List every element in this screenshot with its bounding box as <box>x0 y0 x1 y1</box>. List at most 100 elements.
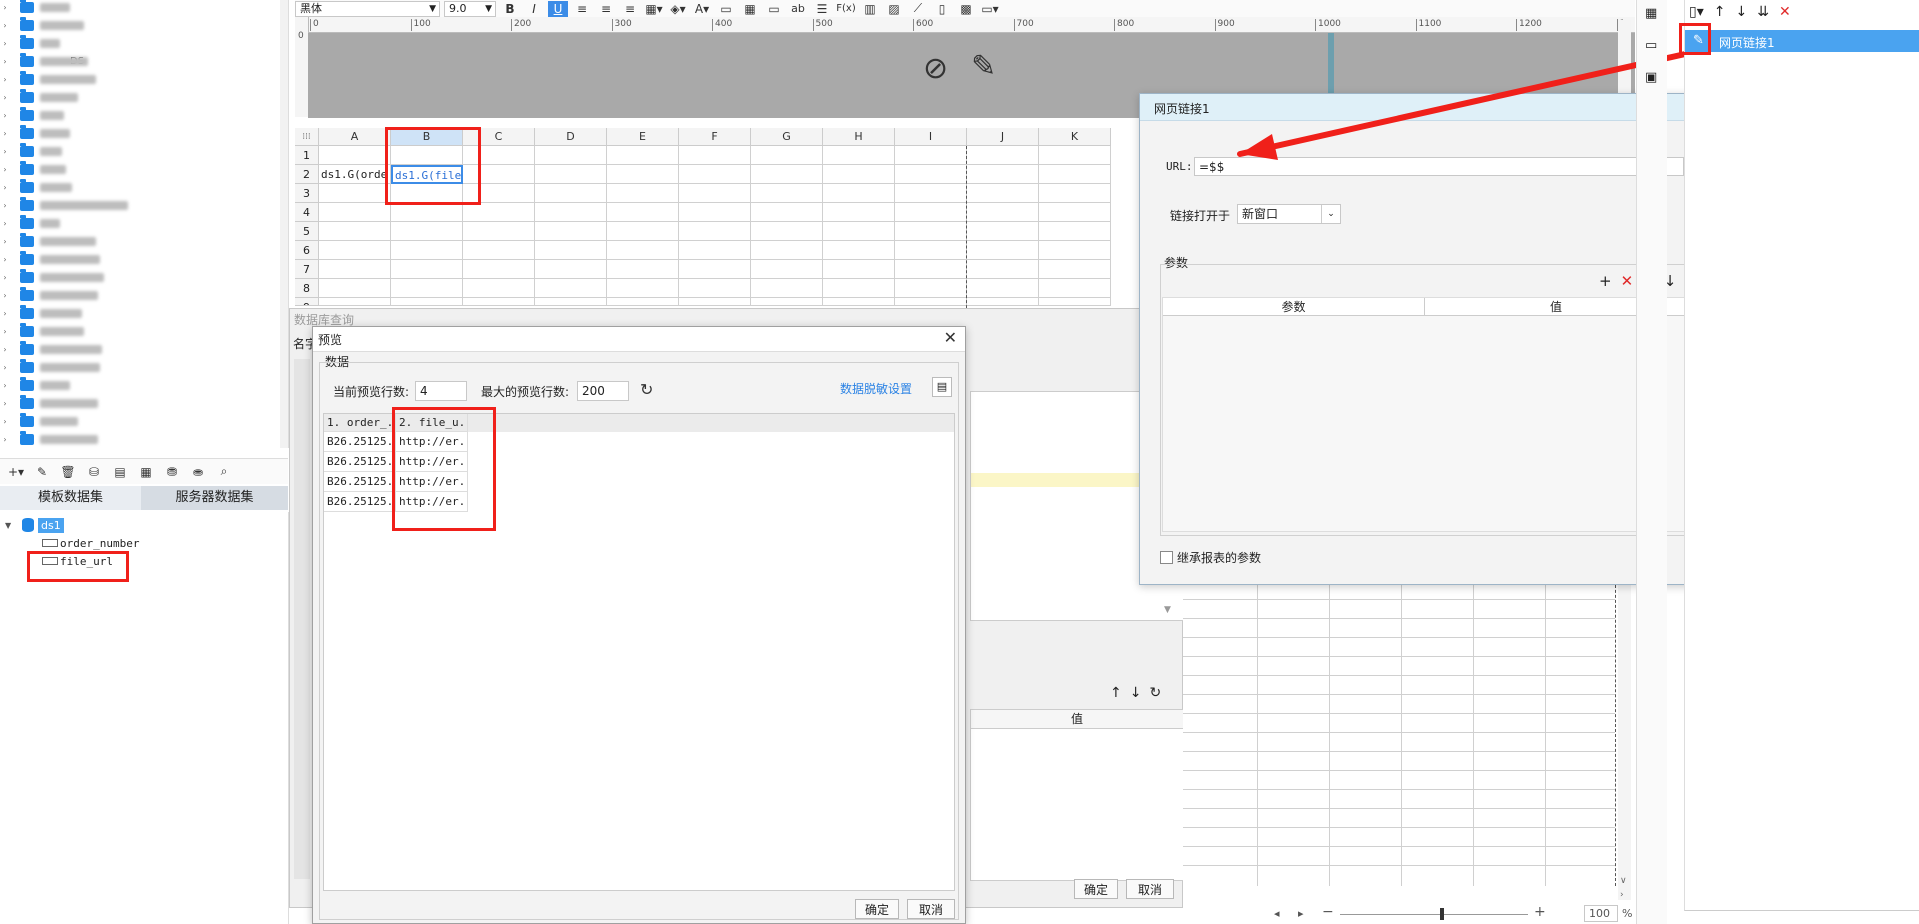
export-icon[interactable]: ▤ <box>932 377 952 397</box>
text-icon[interactable]: ab <box>788 1 808 17</box>
grid-cell[interactable] <box>319 260 391 279</box>
zoom-in-icon[interactable]: + <box>1534 904 1546 920</box>
grid-cell[interactable] <box>967 222 1039 241</box>
grid-cell[interactable] <box>1039 184 1111 203</box>
expand-arrow-icon[interactable]: › <box>0 273 10 282</box>
column-header-e[interactable]: E <box>607 128 679 146</box>
grid-cell[interactable] <box>319 298 391 306</box>
column-header-i[interactable]: I <box>895 128 967 146</box>
tree-row[interactable]: › <box>0 250 100 268</box>
grid-cell[interactable] <box>607 184 679 203</box>
grid-cell[interactable] <box>967 203 1039 222</box>
grid-cell[interactable] <box>463 279 535 298</box>
grid-cell[interactable] <box>607 146 679 165</box>
grid-cell[interactable] <box>679 184 751 203</box>
grid-cell[interactable] <box>967 146 1039 165</box>
preview-confirm-button[interactable]: 确定 <box>855 899 899 919</box>
grid-cell[interactable] <box>895 222 967 241</box>
grid-cell[interactable] <box>535 260 607 279</box>
grid-cell[interactable] <box>967 165 1039 184</box>
image-icon[interactable]: ▨ <box>884 1 904 17</box>
unmerge-icon[interactable]: ▦ <box>740 1 760 17</box>
column-header-d[interactable]: D <box>535 128 607 146</box>
grid-cell[interactable] <box>823 165 895 184</box>
field-order-number[interactable]: order_number <box>60 537 139 550</box>
tree-row[interactable]: › <box>0 88 78 106</box>
hidden-eye-icon[interactable]: ⊘ <box>923 51 948 86</box>
fill-color-icon[interactable]: ◈▾ <box>668 1 688 17</box>
grid-cell[interactable] <box>679 146 751 165</box>
refresh-icon[interactable]: ↻ <box>640 380 653 399</box>
tree-row[interactable]: › <box>0 16 84 34</box>
grid-cell[interactable] <box>751 203 823 222</box>
font-size-select[interactable]: 9.0 ▼ <box>444 0 496 17</box>
expand-arrow-icon[interactable]: › <box>0 75 10 84</box>
grid-cell[interactable] <box>319 146 391 165</box>
tree-row[interactable]: › <box>0 376 70 394</box>
grid-cell[interactable] <box>823 279 895 298</box>
tree-row[interactable]: › <box>0 196 128 214</box>
grid-cell[interactable] <box>967 260 1039 279</box>
grid-cell[interactable] <box>967 279 1039 298</box>
column-header-j[interactable]: J <box>967 128 1039 146</box>
tree-scrollbar[interactable] <box>280 0 288 448</box>
formula-icon[interactable]: F(x) <box>836 1 856 17</box>
grid-cell[interactable] <box>895 146 967 165</box>
grid-cell[interactable] <box>823 298 895 306</box>
grid-cell[interactable] <box>1039 298 1111 306</box>
db-cancel-button[interactable]: 取消 <box>1126 879 1174 899</box>
db-confirm-button[interactable]: 确定 <box>1074 879 1118 899</box>
tree-row[interactable]: › <box>0 430 98 448</box>
grid-cell[interactable] <box>823 260 895 279</box>
grid-cell[interactable] <box>607 241 679 260</box>
grid-cell[interactable] <box>1039 260 1111 279</box>
grid-cell[interactable] <box>463 222 535 241</box>
italic-button[interactable]: I <box>524 1 544 17</box>
grid-cell[interactable] <box>895 165 967 184</box>
dataset-node-ds1[interactable]: ds1 <box>38 518 64 533</box>
grid-cell[interactable] <box>679 203 751 222</box>
grid-cell[interactable] <box>1039 203 1111 222</box>
tree-row[interactable]: › <box>0 286 98 304</box>
grid-cell[interactable] <box>319 222 391 241</box>
tree-row[interactable]: ›DS <box>0 52 88 70</box>
grid-cell[interactable] <box>679 298 751 306</box>
expand-arrow-icon[interactable]: › <box>0 183 10 192</box>
tab-template-dataset[interactable]: 模板数据集 <box>0 486 141 510</box>
grid-cell[interactable] <box>535 222 607 241</box>
widget-attr-icon[interactable]: ▣ <box>1645 70 1657 85</box>
grid-cell[interactable] <box>535 165 607 184</box>
column-header-g[interactable]: G <box>751 128 823 146</box>
param-icon[interactable]: ▦ <box>136 462 156 482</box>
grid-cell[interactable] <box>751 298 823 306</box>
expand-arrow-icon[interactable]: › <box>0 39 10 48</box>
grid-cell[interactable] <box>895 279 967 298</box>
inherit-checkbox[interactable] <box>1160 551 1173 564</box>
element-icon[interactable]: ▭ <box>1645 38 1657 53</box>
expand-arrow-icon[interactable]: › <box>0 417 10 426</box>
grid-cell[interactable] <box>535 146 607 165</box>
tree-row[interactable]: › <box>0 304 82 322</box>
slash-icon[interactable]: ⟋ <box>908 1 928 17</box>
edit-icon[interactable]: ✎ <box>32 462 52 482</box>
expand-arrow-icon[interactable]: › <box>0 21 10 30</box>
column-header-a[interactable]: A <box>319 128 391 146</box>
desensitize-link[interactable]: 数据脱敏设置 <box>840 380 912 397</box>
grid-cell[interactable] <box>391 279 463 298</box>
tree-row[interactable]: › <box>0 358 100 376</box>
expand-arrow-icon[interactable]: › <box>0 237 10 246</box>
move-down-icon[interactable]: ↓ <box>1735 4 1747 20</box>
hyperlink-list-item[interactable]: ✎ 网页链接1 <box>1685 30 1919 52</box>
grid-cell[interactable] <box>319 203 391 222</box>
open-in-select[interactable]: 新窗口 ⌄ <box>1237 204 1341 224</box>
font-family-select[interactable]: 黑体 ▼ <box>295 0 440 17</box>
grid-cell[interactable] <box>751 279 823 298</box>
tree-row[interactable]: › <box>0 268 104 286</box>
font-color-icon[interactable]: A▾ <box>692 1 712 17</box>
delete-icon[interactable]: 🗑 <box>58 462 78 482</box>
grid-cell[interactable] <box>751 260 823 279</box>
tree-row[interactable]: › <box>0 178 72 196</box>
move-down-icon[interactable]: ↓ <box>1130 685 1142 701</box>
expand-arrow-icon[interactable]: › <box>0 129 10 138</box>
expand-arrow-icon[interactable]: › <box>0 255 10 264</box>
